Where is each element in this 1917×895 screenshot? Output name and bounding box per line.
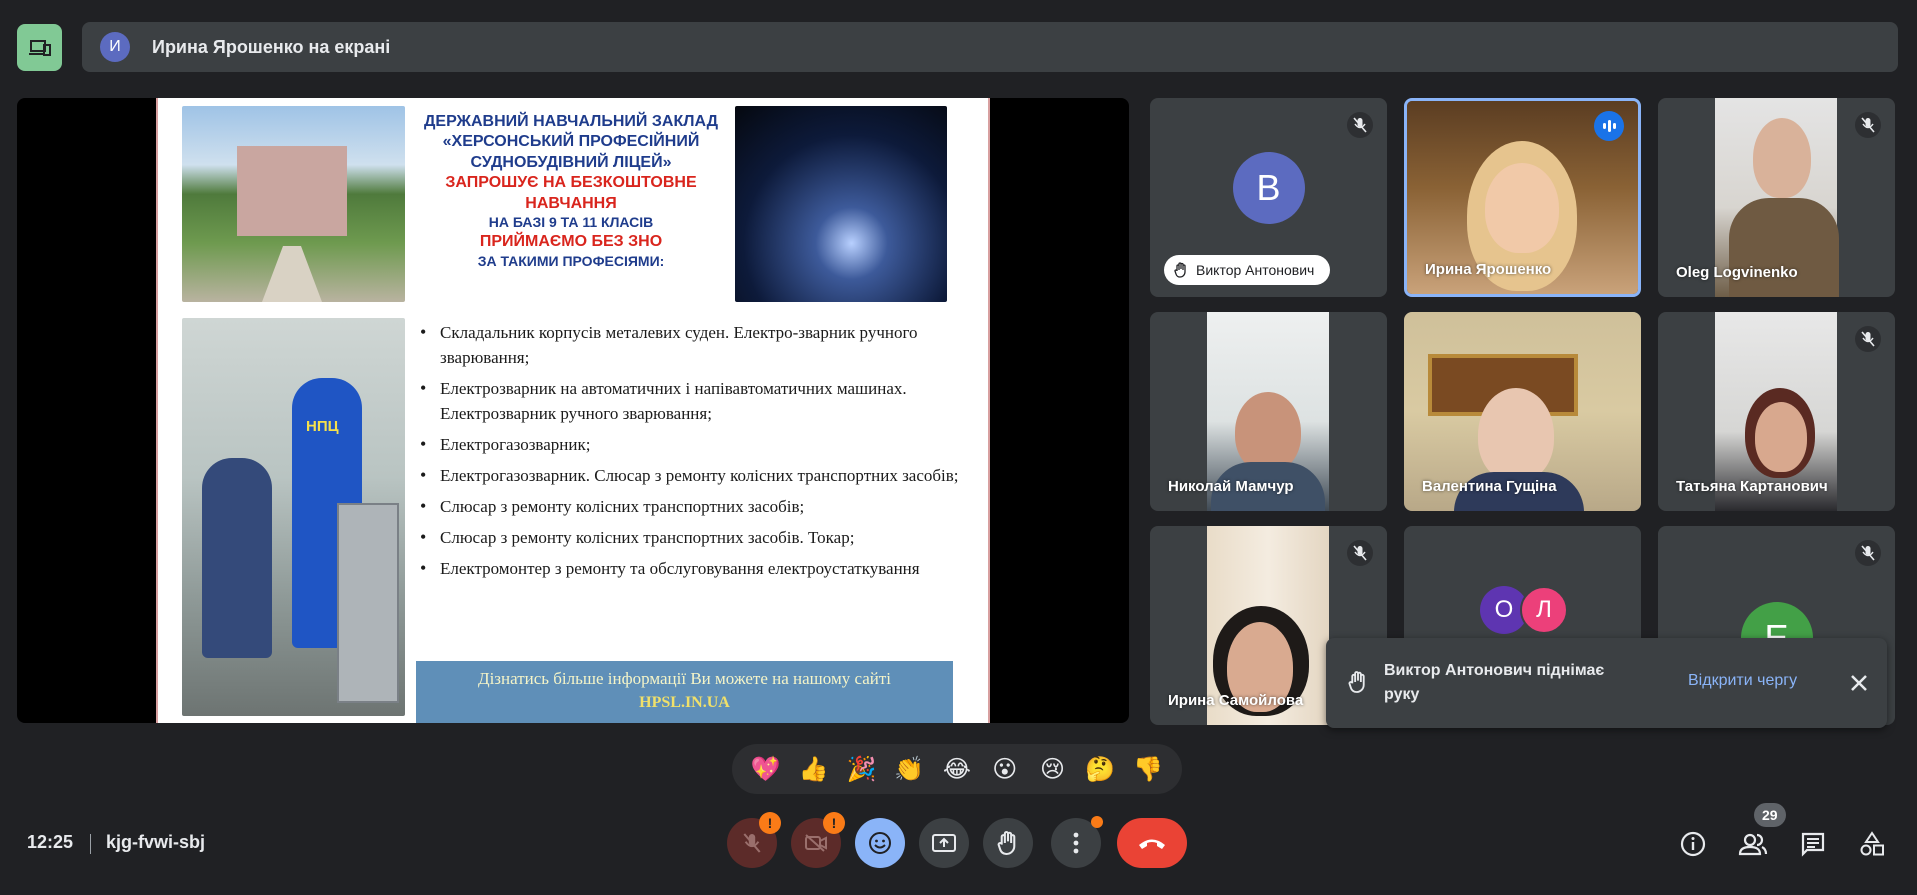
participant-name: Виктор Антонович [1196,262,1315,278]
mic-muted-icon [1855,112,1881,138]
list-item: Слюсар з ремонту колісних транспортних з… [420,525,980,550]
reactions-button[interactable] [855,818,905,868]
slide-no-zno-line: ПРИЙМАЄМО БЕЗ ЗНО [479,233,663,251]
open-queue-link[interactable]: Відкрити чергу [1688,672,1797,690]
activities-icon [1860,831,1884,856]
workshop-photo: НПЦ [182,318,405,716]
presenter-title: Ирина Ярошенко на екрані [152,36,391,57]
slide-heading-line: СУДНОБУДІВНИЙ ЛІЦЕЙ» [470,153,672,171]
reaction-clap[interactable]: 👏 [890,750,928,788]
close-notification-button[interactable] [1844,668,1874,698]
reaction-thinking[interactable]: 🤔 [1081,750,1119,788]
reaction-heart[interactable]: 💖 [747,750,785,788]
reactions-bar: 💖 👍 🎉 👏 😂 😮 😢 🤔 👎 [732,744,1182,794]
list-item: Електрозварник на автоматичних і напівав… [420,376,980,426]
speaking-indicator-icon [1594,111,1624,141]
mic-muted-icon [1347,540,1373,566]
meeting-details-button[interactable] [1675,826,1711,862]
school-photo [182,106,405,302]
notification-message: Виктор Антонович піднімає руку [1384,662,1605,703]
camera-warning-badge: ! [823,812,845,834]
present-screen-button[interactable] [919,818,969,868]
mic-toggle-button[interactable]: ! [727,812,781,868]
mic-muted-icon [1855,540,1881,566]
meet-window: И Ирина Ярошенко на екрані ДЕРЖАВНИЙ НАВ… [0,0,1917,895]
reaction-thumbs-up[interactable]: 👍 [795,750,833,788]
participant-tile-active[interactable]: Ирина Ярошенко [1404,98,1641,297]
participant-name: Oleg Logvinenko [1676,264,1798,281]
slide-base-line: НА БАЗІ 9 ТА 11 КЛАСІВ [488,214,654,231]
slide-footer: Дізнатись більше інформації Ви можете на… [416,661,953,723]
list-item: Електрогазозварник. Слюсар з ремонту кол… [420,463,980,488]
participant-name: Ирина Ярошенко [1425,261,1552,278]
mic-warning-badge: ! [759,812,781,834]
slide-heading-line: «ХЕРСОНСЬКИЙ ПРОФЕСІЙНИЙ [442,133,700,151]
reaction-sad[interactable]: 😢 [1033,750,1071,788]
participant-avatar: Л [1520,586,1568,634]
more-vert-icon [1073,832,1079,854]
smiley-icon [869,832,891,854]
participant-tile[interactable]: Николай Мамчур [1150,312,1387,511]
participant-tile[interactable]: В Виктор Антонович [1150,98,1387,297]
divider [90,834,91,854]
list-item: Складальник корпусів металевих суден. Ел… [420,320,980,370]
reaction-laugh[interactable]: 😂 [938,750,976,788]
slide-heading: ДЕРЖАВНИЙ НАВЧАЛЬНИЙ ЗАКЛАД «ХЕРСОНСЬКИЙ… [416,112,726,271]
chat-icon [1801,832,1825,857]
participant-name: Татьяна Картанович [1676,478,1828,495]
notification-dot [1091,816,1103,828]
meeting-code: kjg-fvwi-sbj [106,832,206,852]
presenting-banner[interactable]: И Ирина Ярошенко на екрані [82,22,1898,72]
leave-call-button[interactable] [1117,818,1187,868]
slide-invite-line: ЗАПРОШУЄ НА БЕЗКОШТОВНЕ НАВЧАННЯ [445,174,697,212]
slide-professions-line: ЗА ТАКИМИ ПРОФЕСІЯМИ: [477,252,665,269]
people-icon [1738,833,1768,856]
presentation-slide: ДЕРЖАВНИЙ НАВЧАЛЬНИЙ ЗАКЛАД «ХЕРСОНСЬКИЙ… [156,98,990,723]
list-item: Електрогазозварник; [420,432,980,457]
devices-icon [28,39,51,56]
close-icon [1851,675,1867,691]
present-icon [932,834,956,852]
reaction-party[interactable]: 🎉 [842,750,880,788]
professions-list: Складальник корпусів металевих суден. Ел… [420,320,980,587]
reaction-surprised[interactable]: 😮 [986,750,1024,788]
participant-tile[interactable]: Oleg Logvinenko [1658,98,1895,297]
participant-tile[interactable]: Валентина Гущіна [1404,312,1641,511]
info-icon [1680,831,1706,857]
participant-avatar: В [1232,151,1305,224]
presenter-avatar: И [100,32,130,62]
participant-name: Николай Мамчур [1168,478,1294,495]
footer-info-text: Дізнатись більше інформації Ви можете на… [477,669,892,688]
more-options-button[interactable] [1051,816,1103,868]
mic-muted-icon [1347,112,1373,138]
hand-icon [1174,262,1186,278]
reaction-thumbs-down[interactable]: 👎 [1129,750,1167,788]
activities-button[interactable] [1854,826,1890,862]
raised-hand-name-pill: Виктор Антонович [1164,255,1331,285]
raise-hand-button[interactable] [983,818,1033,868]
raised-hand-notification: Виктор Антонович піднімає руку Відкрити … [1326,638,1887,728]
camera-toggle-button[interactable]: ! [791,812,845,868]
hang-up-icon [1139,839,1165,849]
mic-muted-icon [1855,326,1881,352]
participant-tile[interactable]: Татьяна Картанович [1658,312,1895,511]
slide-heading-line: ДЕРЖАВНИЙ НАВЧАЛЬНИЙ ЗАКЛАД [424,113,718,130]
mic-off-icon [743,833,761,853]
people-button[interactable] [1735,826,1771,862]
list-item: Електромонтер з ремонту та обслуговуванн… [420,556,980,581]
people-count-badge: 29 [1754,803,1786,827]
participant-name: Ирина Самойлова [1168,692,1304,709]
welder-photo [735,106,947,302]
hand-icon [997,831,1016,856]
camera-off-icon [805,834,827,852]
list-item: Слюсар з ремонту колісних транспортних з… [420,494,980,519]
participant-name: Валентина Гущіна [1422,478,1557,495]
device-present-button[interactable] [17,24,62,71]
presentation-stage[interactable]: ДЕРЖАВНИЙ НАВЧАЛЬНИЙ ЗАКЛАД «ХЕРСОНСЬКИЙ… [17,98,1129,723]
meeting-time: 12:25 [27,832,74,852]
footer-website: HPSL.IN.UA [639,694,730,711]
uniform-badge: НПЦ [306,418,339,435]
chat-button[interactable] [1795,826,1831,862]
hand-icon [1348,671,1365,693]
